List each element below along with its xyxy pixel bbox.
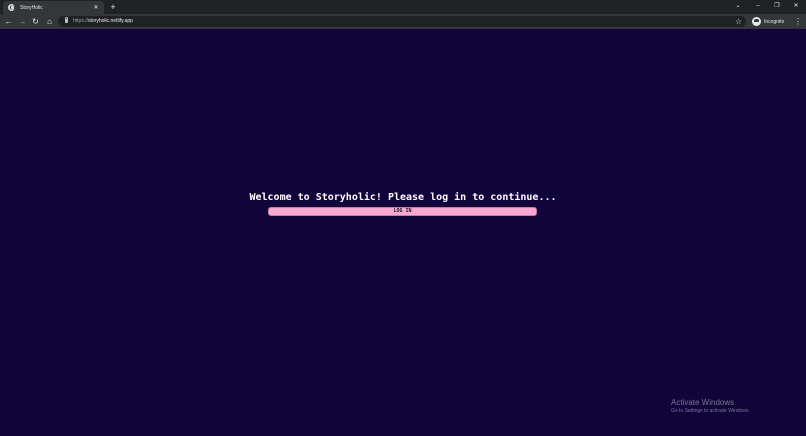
- profile-label: Incognito: [764, 18, 785, 25]
- address-bar[interactable]: https://storyholic.netlify.app: [58, 16, 746, 27]
- tab-title: StoryHolic: [20, 4, 43, 11]
- browser-tab[interactable]: StoryHolic ✕: [3, 1, 104, 14]
- activate-windows-title: Activate Windows: [671, 398, 735, 407]
- globe-icon: [8, 4, 15, 11]
- restore-button[interactable]: ❐: [769, 1, 785, 12]
- tab-strip: StoryHolic ✕ + ⌄ – ❐ ✕: [0, 0, 806, 14]
- url-host: storyholic.netlify.app: [88, 18, 133, 24]
- minimize-button[interactable]: –: [750, 1, 766, 12]
- forward-icon[interactable]: →: [17, 16, 28, 27]
- tab-search-icon[interactable]: ⌄: [730, 1, 746, 12]
- kebab-menu-icon[interactable]: ⋮: [794, 16, 802, 27]
- profile-button[interactable]: Incognito: [752, 16, 784, 27]
- lock-icon[interactable]: [65, 17, 68, 23]
- activate-windows-subtitle: Go to Settings to activate Windows.: [671, 408, 750, 414]
- incognito-icon: [752, 17, 761, 26]
- bookmark-star-icon[interactable]: ☆: [735, 16, 744, 27]
- page-content: Welcome to Storyholic! Please log in to …: [0, 29, 806, 436]
- back-icon[interactable]: ←: [3, 16, 14, 27]
- new-tab-button[interactable]: +: [108, 2, 118, 12]
- browser-toolbar: ← → ↻ ⌂ https://storyholic.netlify.app: [0, 14, 806, 29]
- reload-icon[interactable]: ↻: [30, 16, 41, 27]
- close-tab-icon[interactable]: ✕: [92, 4, 100, 12]
- welcome-message: Welcome to Storyholic! Please log in to …: [249, 192, 557, 203]
- home-icon[interactable]: ⌂: [44, 16, 55, 27]
- close-window-button[interactable]: ✕: [788, 1, 804, 12]
- url-scheme: https://: [73, 18, 89, 24]
- url-text: https://storyholic.netlify.app: [73, 17, 133, 26]
- login-button[interactable]: LOG IN: [268, 207, 537, 216]
